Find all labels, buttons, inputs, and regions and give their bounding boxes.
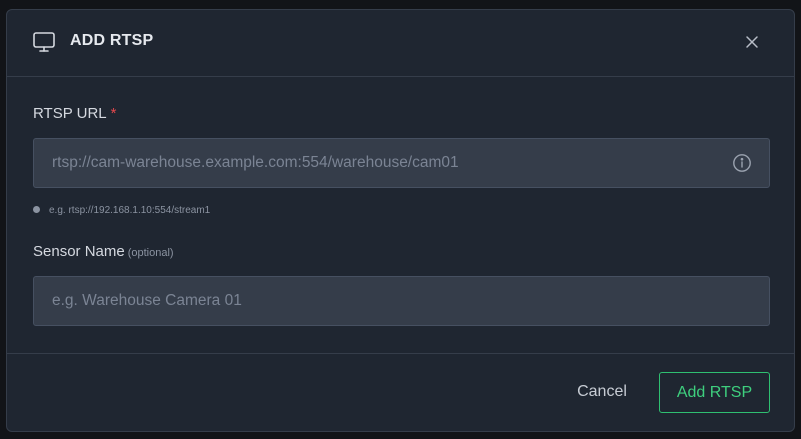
- required-mark: *: [110, 105, 117, 122]
- sensor-name-input[interactable]: [34, 277, 769, 325]
- info-icon[interactable]: [732, 153, 752, 173]
- close-icon[interactable]: [742, 32, 762, 52]
- rtsp-url-hint: e.g. rtsp://192.168.1.10:554/stream1: [33, 205, 210, 216]
- dialog-footer: Cancel Add RTSP: [7, 353, 794, 431]
- monitor-icon: [32, 30, 56, 54]
- add-rtsp-dialog: ADD RTSP RTSP URL* e.g. rtsp://192.168.1…: [6, 9, 795, 432]
- hint-dot-icon: [33, 205, 40, 213]
- sensor-name-field: [33, 276, 770, 326]
- dialog-title: ADD RTSP: [70, 32, 154, 49]
- rtsp-url-hint-text: e.g. rtsp://192.168.1.10:554/stream1: [49, 205, 211, 216]
- sensor-name-label-text: Sensor Name: [33, 243, 125, 260]
- rtsp-url-label-text: RTSP URL: [33, 105, 107, 122]
- cancel-button[interactable]: Cancel: [562, 372, 642, 412]
- rtsp-url-input[interactable]: [34, 139, 769, 187]
- rtsp-url-label: RTSP URL *: [33, 105, 116, 122]
- rtsp-url-field: [33, 138, 770, 188]
- add-rtsp-button[interactable]: Add RTSP: [659, 372, 770, 413]
- optional-tag: (optional): [127, 247, 174, 259]
- dialog-header: ADD RTSP: [7, 10, 794, 77]
- sensor-name-label: Sensor Name (optional): [33, 243, 174, 260]
